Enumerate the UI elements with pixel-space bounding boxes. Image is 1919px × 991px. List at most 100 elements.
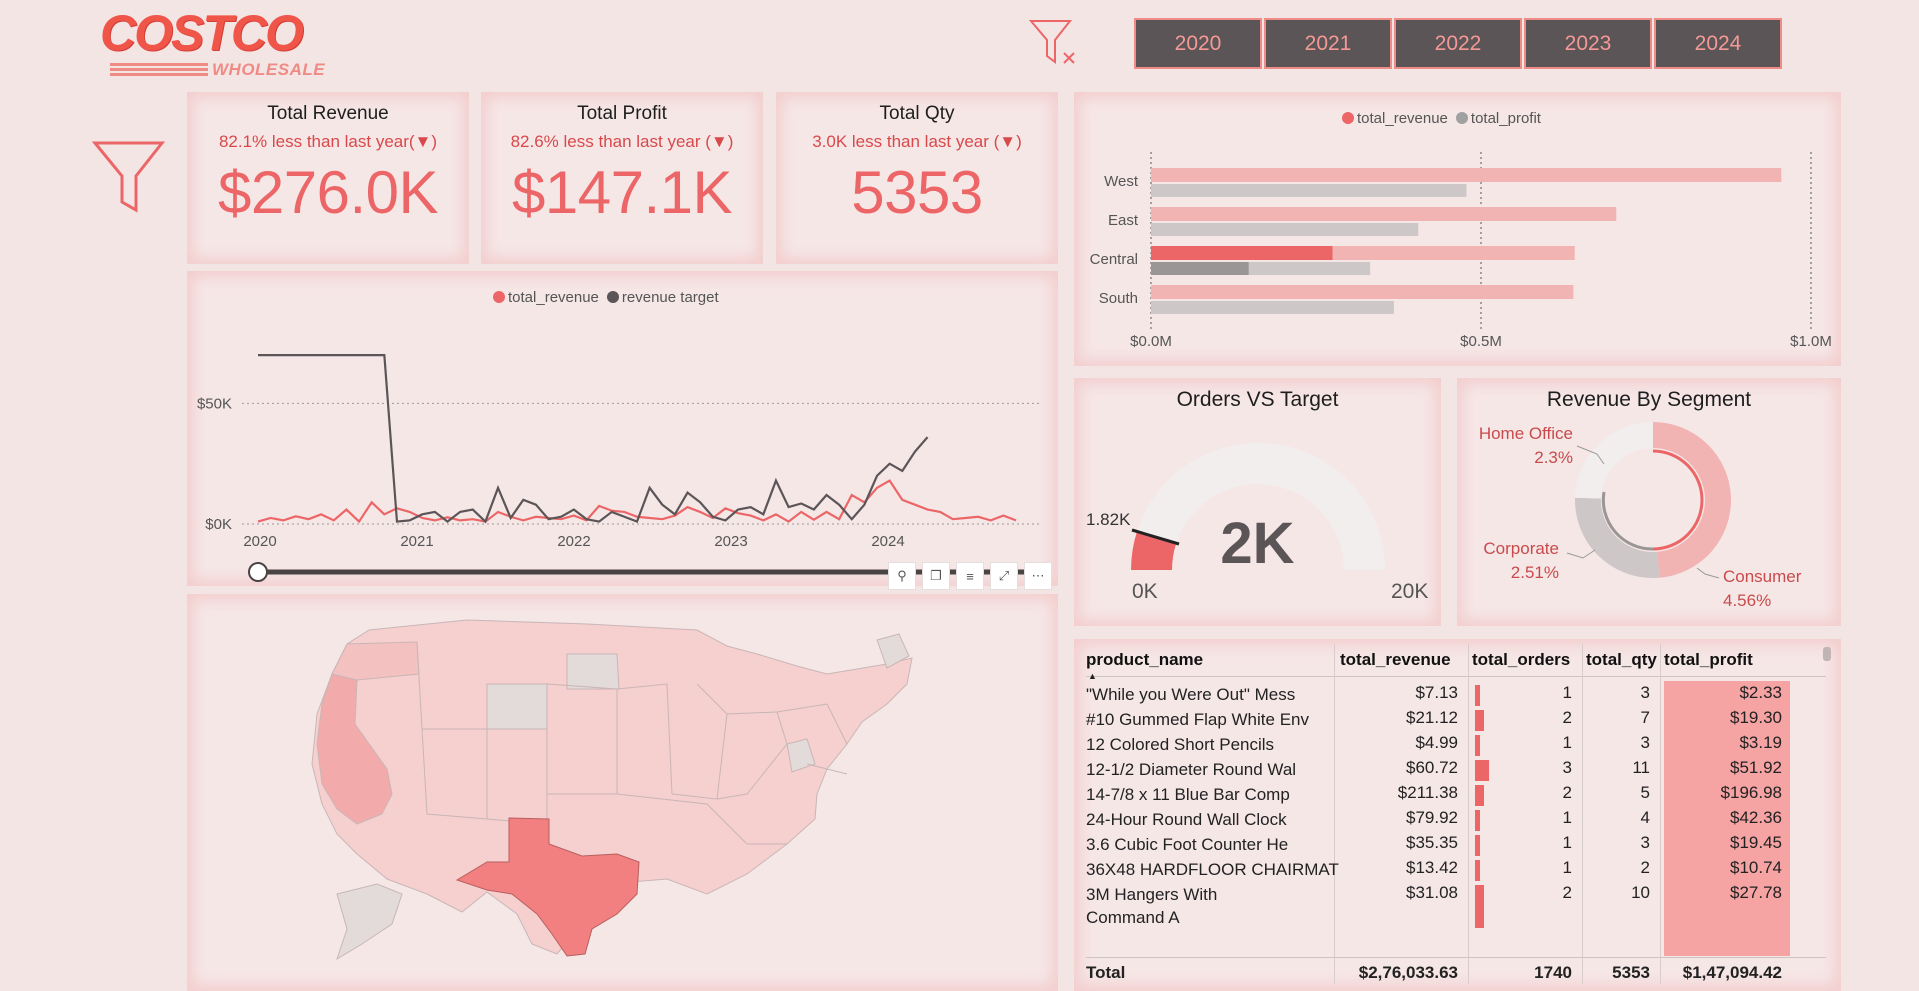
total-product_name: Total	[1086, 963, 1126, 982]
donut-slice-consumer	[1653, 422, 1731, 578]
product-table-card: product_name total_revenue total_orders tot…	[1074, 639, 1841, 991]
cell-total_revenue: $13.42	[1406, 858, 1458, 877]
cell-total_qty: 7	[1640, 708, 1650, 727]
cell-total_profit: $10.74	[1730, 858, 1782, 877]
orders-data-bar	[1475, 785, 1485, 806]
cell-total_revenue: $79.92	[1406, 808, 1458, 827]
table-scrollbar[interactable]	[1823, 647, 1831, 661]
bar-chart: $0.0M $0.5M $1.0M West East Central South	[1090, 152, 1832, 350]
donut-label-home-office: Home Office 2.3%	[1478, 424, 1573, 467]
segment-donut-card: Revenue By Segment Home Office 2.3% Corpo…	[1457, 378, 1841, 626]
table-header-row: product_name total_revenue total_orders tot…	[1086, 644, 1826, 681]
year-button-2023[interactable]: 2023	[1524, 18, 1652, 69]
total-total_revenue: $2,76,033.63	[1358, 963, 1458, 982]
kpi-total-qty-card: Total Qty 3.0K less than last year (▼) 5…	[776, 92, 1058, 264]
column-header-total_orders[interactable]: total_orders	[1472, 650, 1570, 670]
orders-data-bar	[1475, 835, 1480, 856]
table-row[interactable]: 36X48 HARDFLOOR CHAIRMAT $13.42 1 2 $10.74	[1086, 858, 1826, 883]
cell-total_revenue: $31.08	[1406, 883, 1458, 902]
cell-total_profit: $19.30	[1730, 708, 1782, 727]
table-row[interactable]: 3M Hangers With Command A $31.08 2 10 $27.78	[1086, 883, 1826, 930]
x-tick-label: $0.0M	[1130, 333, 1172, 350]
cell-total_qty: 3	[1640, 833, 1650, 852]
bar-profit	[1151, 301, 1394, 314]
costco-logo: COSTCO	[100, 5, 304, 61]
cell-total_revenue: $4.99	[1415, 733, 1458, 752]
kpi-title: Total Qty	[879, 103, 955, 124]
y-category-label: West	[1104, 173, 1139, 190]
copy-icon[interactable]: ❐	[922, 562, 950, 590]
year-button-2024[interactable]: 2024	[1654, 18, 1782, 69]
donut-label-consumer: Consumer 4.56%	[1723, 567, 1802, 610]
cell-total_profit: $2.33	[1739, 683, 1782, 702]
cell-total_orders: 1	[1562, 733, 1572, 752]
orders-data-bar	[1475, 685, 1480, 706]
kpi-comparison: 82.1% less than last year(▼)	[218, 132, 438, 151]
bar-revenue	[1151, 168, 1782, 182]
slider-start-handle	[248, 562, 268, 582]
table-row[interactable]: #10 Gummed Flap White Env $21.12 2 7 $19.30	[1086, 708, 1826, 733]
table-row[interactable]: 12-1/2 Diameter Round Wal $60.72 3 11 $51.92	[1086, 758, 1826, 783]
cell-total_orders: 2	[1562, 708, 1572, 727]
year-button-2020[interactable]: 2020	[1134, 18, 1262, 69]
table-row[interactable]: 24-Hour Round Wall Clock $79.92 1 4 $42.36	[1086, 808, 1826, 833]
cell-total_qty: 3	[1640, 683, 1650, 702]
cell-total_qty: 11	[1632, 758, 1650, 777]
cell-total_profit: $19.45	[1730, 833, 1782, 852]
donut-slice-corporate	[1575, 497, 1660, 578]
cell-total_orders: 2	[1562, 883, 1572, 902]
column-header-total_qty[interactable]: total_qty	[1586, 650, 1657, 670]
year-button-2021[interactable]: 2021	[1264, 18, 1392, 69]
cell-total_qty: 5	[1640, 783, 1650, 802]
table-row[interactable]: "While you Were Out" Mess $7.13 1 3 $2.33	[1086, 683, 1826, 708]
total-total_profit: $1,47,094.42	[1682, 963, 1782, 982]
gauge-chart	[1131, 443, 1385, 570]
cell-product_name: 12 Colored Short Pencils	[1086, 735, 1275, 754]
cell-total_profit: $196.98	[1720, 783, 1782, 802]
orders-data-bar	[1475, 710, 1485, 731]
column-header-total_profit[interactable]: total_profit	[1664, 650, 1753, 670]
cell-total_revenue: $7.13	[1415, 683, 1458, 702]
region-bar-chart-card: total_revenue total_profit $0.0M $0.5M $1.…	[1074, 92, 1841, 366]
cell-product_name: 24-Hour Round Wall Clock	[1086, 810, 1287, 829]
kpi-title: Total Profit	[577, 103, 667, 124]
sort-ascending-icon[interactable]: ▲	[1088, 671, 1097, 681]
focus-mode-icon[interactable]: ⤢	[990, 562, 1018, 590]
bar-revenue-highlight	[1151, 246, 1333, 260]
kpi-title: Total Revenue	[267, 103, 389, 124]
y-category-label: East	[1108, 212, 1139, 229]
cell-total_qty: 10	[1631, 883, 1650, 902]
gauge-value: 2K	[1220, 511, 1295, 576]
cell-total_orders: 2	[1562, 783, 1572, 802]
year-button-2022[interactable]: 2022	[1394, 18, 1522, 69]
more-options-icon[interactable]: ⋯	[1024, 562, 1052, 590]
cell-total_qty: 2	[1640, 858, 1650, 877]
total-total_orders: 1740	[1534, 963, 1572, 982]
kpi-value: $147.1K	[511, 159, 733, 226]
table-row[interactable]: 3.6 Cubic Foot Counter He $35.35 1 3 $19.45	[1086, 833, 1826, 858]
cell-product_name: 3M Hangers With Command A	[1086, 885, 1218, 927]
us-map-card	[187, 594, 1058, 991]
filter-pane-icon[interactable]	[92, 138, 166, 216]
date-range-slider[interactable]	[187, 271, 1058, 586]
bar-revenue	[1151, 207, 1617, 221]
cell-total_profit: $42.36	[1730, 808, 1782, 827]
us-filled-map[interactable]	[187, 594, 1058, 991]
kpi-value: $276.0K	[217, 159, 439, 226]
gauge-max-label: 20K	[1391, 580, 1429, 603]
cell-total_orders: 1	[1562, 808, 1572, 827]
table-row[interactable]: 14-7/8 x 11 Blue Bar Comp $211.38 2 5 $196.9…	[1086, 783, 1826, 808]
cell-product_name: #10 Gummed Flap White Env	[1086, 710, 1309, 729]
orders-data-bar	[1475, 735, 1480, 756]
filter-icon[interactable]: ≡	[956, 562, 984, 590]
cell-total_orders: 1	[1562, 833, 1572, 852]
column-header-product_name[interactable]: product_name	[1086, 650, 1203, 670]
cell-product_name: 12-1/2 Diameter Round Wal	[1086, 760, 1297, 779]
orders-data-bar	[1475, 810, 1480, 831]
table-row[interactable]: 12 Colored Short Pencils $4.99 1 3 $3.19	[1086, 733, 1826, 758]
table-total-row: Total $2,76,033.63 1740 5353 $1,47,094.42	[1086, 957, 1826, 985]
pin-icon[interactable]: ⚲	[888, 562, 916, 590]
column-header-total_revenue[interactable]: total_revenue	[1340, 650, 1451, 670]
kpi-comparison: 3.0K less than last year (▼)	[812, 132, 1022, 151]
clear-filter-icon[interactable]	[1028, 18, 1080, 68]
